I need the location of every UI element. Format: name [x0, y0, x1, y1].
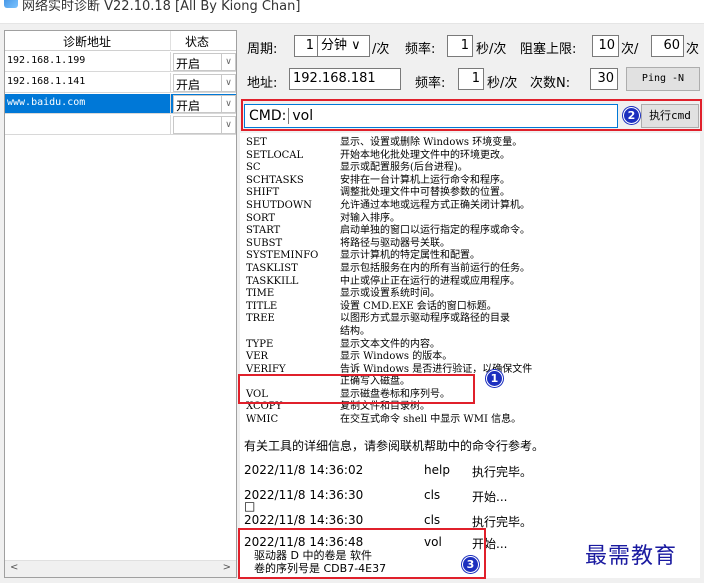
freq-label: 频率:	[405, 42, 436, 57]
table-header: 诊断地址 状态	[5, 31, 236, 51]
block-unit-2: 次	[686, 42, 700, 57]
scroll-right-icon[interactable]: >	[223, 562, 231, 573]
list-item: VER 显示 Windows 的版本。	[246, 351, 453, 363]
list-item: TASKKILL 中止或停止正在运行的进程或应用程序。	[246, 275, 520, 287]
list-item: TYPE 显示文本文件的内容。	[246, 338, 440, 350]
list-item: SORT 对输入排序。	[246, 212, 400, 224]
title-bar: 网络实时诊断 V22.10.18 [All By Kiong Chan]	[0, 0, 704, 24]
state-select[interactable]: 开启	[173, 95, 222, 113]
horizontal-scrollbar[interactable]: < >	[5, 560, 236, 577]
chevron-down-icon[interactable]: ∨	[222, 116, 236, 134]
state-select[interactable]	[173, 116, 222, 134]
ping-button[interactable]: Ping -N	[626, 67, 700, 91]
row-address: www.baidu.com	[7, 97, 86, 108]
app-icon	[4, 0, 18, 8]
watermark: 最需教育	[585, 544, 678, 569]
table-row[interactable]: 192.168.1.199 开启 ∨	[5, 52, 236, 72]
count-label: 次数N:	[530, 76, 571, 91]
freq2-input[interactable]: 1	[458, 68, 484, 90]
table-row[interactable]: www.baidu.com 开启 ∨	[5, 94, 236, 114]
row-address: 192.168.1.141	[7, 76, 86, 87]
list-item: TREE 以图形方式显示驱动程序或路径的目录	[246, 313, 510, 325]
help-tail: 有关工具的详细信息，请参阅联机帮助中的命令行参考。	[244, 439, 545, 453]
badge-2: 2	[623, 107, 640, 124]
address-table: 诊断地址 状态 192.168.1.199 开启 ∨ 192.168.1.141…	[4, 30, 237, 578]
list-item: SETLOCAL 开始本地化批处理文件中的环境更改。	[246, 149, 510, 161]
execute-cmd-button[interactable]: 执行cmd	[641, 104, 699, 128]
address-label: 地址:	[247, 76, 278, 91]
badge-3: 3	[462, 556, 479, 573]
period-input[interactable]: 1	[294, 35, 318, 57]
row-address: 192.168.1.199	[7, 55, 86, 66]
scroll-left-icon[interactable]: <	[10, 562, 18, 573]
table-row[interactable]: 192.168.1.141 开启 ∨	[5, 73, 236, 93]
chevron-down-icon[interactable]: ∨	[222, 95, 236, 113]
window-title: 网络实时诊断 V22.10.18 [All By Kiong Chan]	[22, 0, 301, 14]
cmd-value: vol	[288, 108, 314, 124]
header-state: 状态	[185, 35, 210, 49]
state-select[interactable]: 开启	[173, 53, 222, 71]
freq-unit: 秒/次	[476, 42, 507, 57]
vol-highlight-frame	[238, 374, 475, 404]
block-input[interactable]: 10	[592, 35, 619, 57]
list-item: SYSTEMINFO 显示计算机的特定属性和配置。	[246, 250, 480, 262]
freq2-unit: 秒/次	[487, 76, 518, 91]
list-item: WMIC 在交互式命令 shell 中显示 WMI 信息。	[246, 414, 522, 426]
list-item: TITLE 设置 CMD.EXE 会话的窗口标题。	[246, 300, 497, 312]
chevron-down-icon[interactable]: ∨	[222, 53, 236, 71]
freq-input[interactable]: 1	[447, 35, 473, 57]
list-item: SHUTDOWN 允许通过本地或远程方式正确关闭计算机。	[246, 199, 530, 211]
list-item: START 启动单独的窗口以运行指定的程序或命令。	[246, 225, 530, 237]
list-item: SC 显示或配置服务(后台进程)。	[246, 162, 468, 174]
list-item: SCHTASKS 安排在一台计算机上运行命令和程序。	[246, 174, 510, 186]
list-item: SHIFT 调整批处理文件中可替换参数的位置。	[246, 187, 510, 199]
freq2-label: 频率:	[415, 76, 446, 91]
list-item: TASKLIST 显示包括服务在内的所有当前运行的任务。	[246, 262, 530, 274]
result-highlight-frame	[238, 528, 486, 579]
period-unit-select[interactable]: 分钟 ∨	[318, 35, 370, 57]
badge-1: 1	[486, 370, 503, 387]
list-item: SUBST 将路径与驱动器号关联。	[246, 237, 450, 249]
cmd-label: CMD:	[249, 108, 287, 124]
list-item: TIME 显示或设置系统时间。	[246, 288, 440, 300]
block-label: 阻塞上限:	[520, 42, 577, 57]
list-item: 结构。	[340, 325, 370, 337]
block-input-2[interactable]: 60	[651, 35, 684, 57]
block-unit: 次/	[621, 42, 639, 57]
list-item: SET 显示、设置或删除 Windows 环境变量。	[246, 137, 523, 148]
per-label: /次	[372, 42, 390, 57]
header-address: 诊断地址	[63, 35, 112, 49]
chevron-down-icon[interactable]: ∨	[222, 74, 236, 92]
address-input[interactable]: 192.168.181	[289, 68, 401, 90]
table-row[interactable]: ∨	[5, 115, 236, 135]
state-select[interactable]: 开启	[173, 74, 222, 92]
cmd-input[interactable]: CMD: vol	[244, 104, 618, 128]
count-input[interactable]: 30	[590, 68, 618, 90]
period-label: 周期:	[247, 42, 278, 57]
output-area[interactable]: SET 显示、设置或删除 Windows 环境变量。 SETLOCAL 开始本地化批…	[240, 133, 700, 578]
